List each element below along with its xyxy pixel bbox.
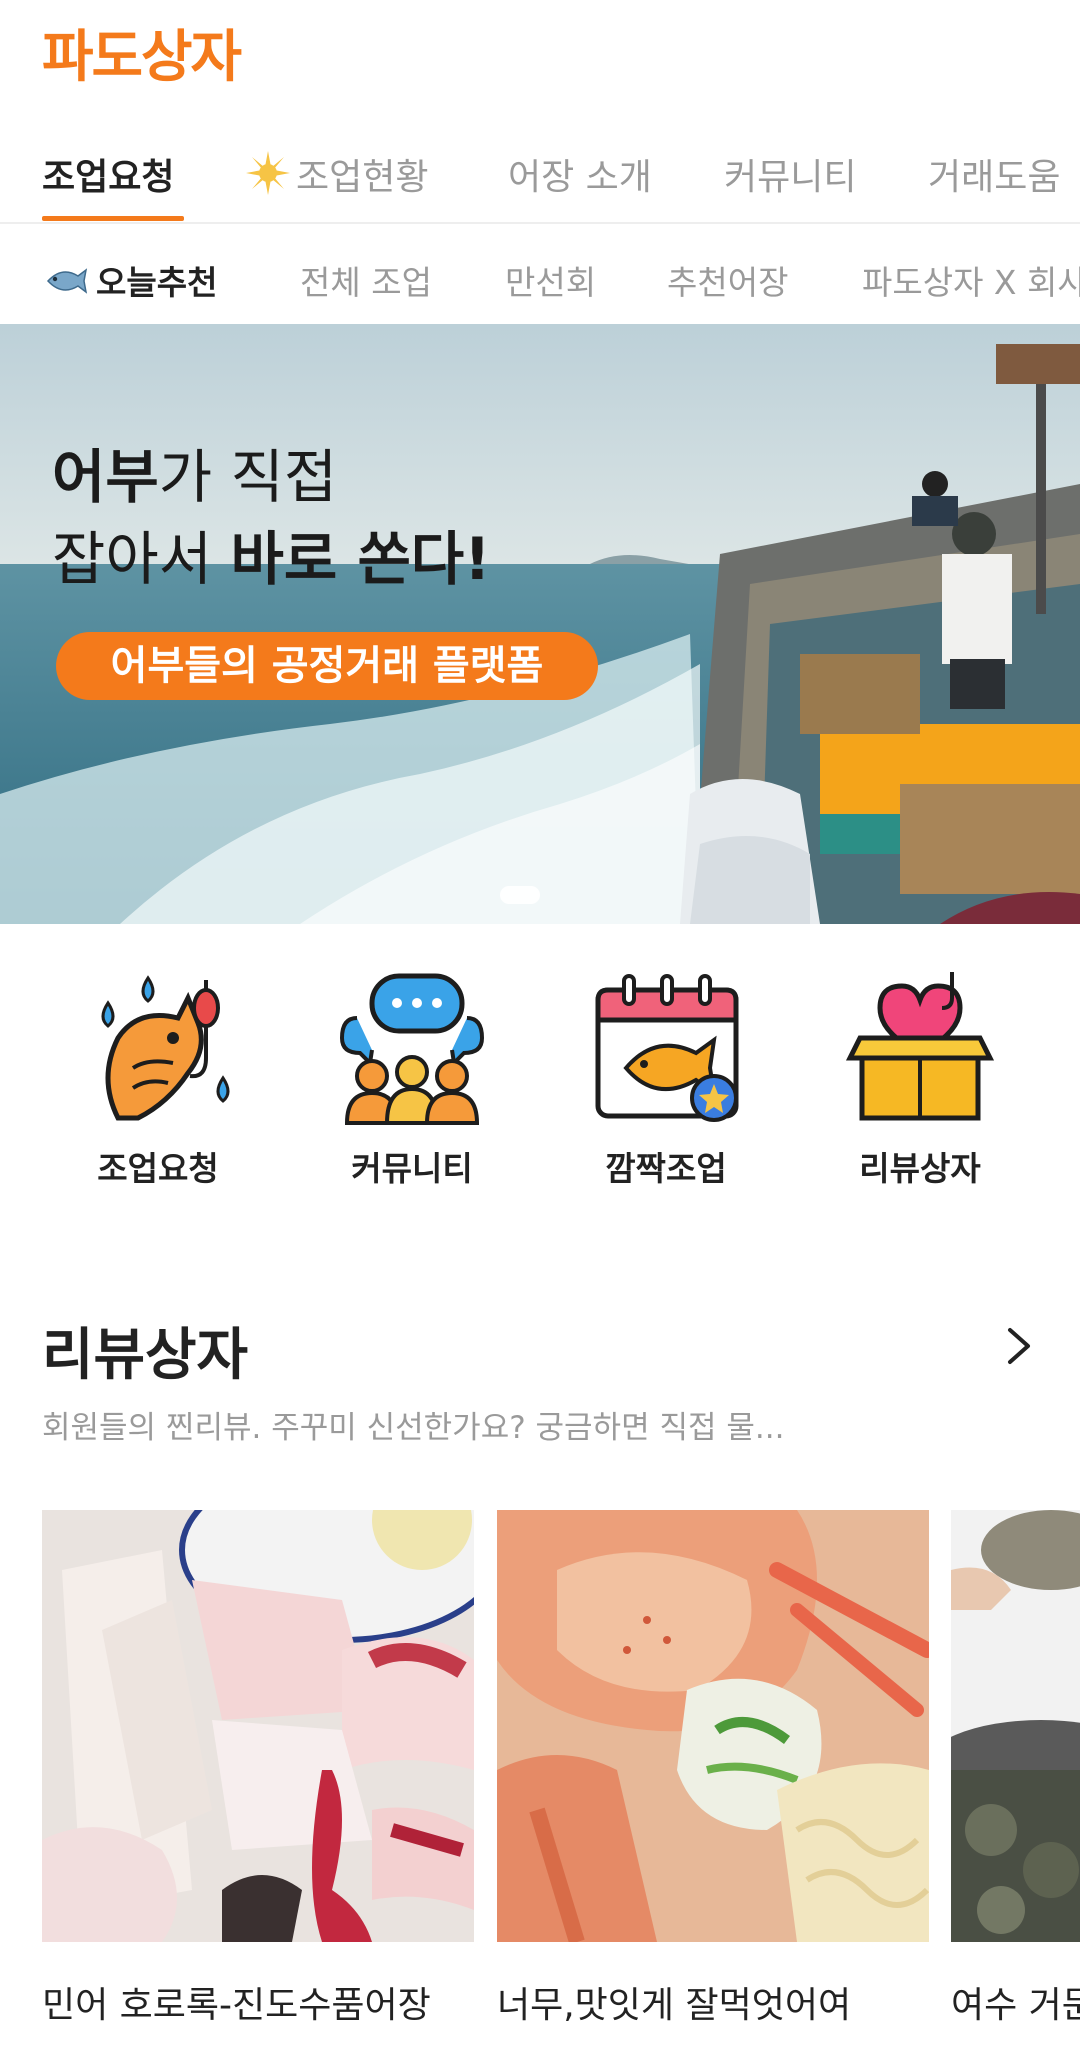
banner-image bbox=[0, 324, 1080, 924]
sub-tab-recommended-fishery[interactable]: 추천어장 bbox=[667, 256, 788, 304]
banner-headline-bold: 어부 bbox=[52, 443, 159, 511]
fish-icon bbox=[46, 268, 88, 294]
main-tab-fishery-intro[interactable]: 어장 소개 bbox=[508, 148, 652, 200]
sub-tab-label: 오늘추천 bbox=[96, 263, 218, 302]
sub-tab-bar: 오늘추천 전체 조업 만선회 추천어장 파도상자 X 회사 bbox=[0, 226, 1080, 322]
quick-menu-fishing-request[interactable]: 조업요청 bbox=[43, 968, 273, 1190]
carousel-indicator[interactable] bbox=[500, 886, 540, 904]
main-tab-fishing-request[interactable]: 조업요청 bbox=[42, 148, 174, 200]
main-tab-label: 어장 소개 bbox=[508, 157, 652, 198]
sub-tab-all-fishing[interactable]: 전체 조업 bbox=[300, 256, 432, 304]
main-tab-label: 조업현황 bbox=[296, 157, 429, 198]
sparkle-icon bbox=[246, 151, 290, 195]
main-tab-fishing-status[interactable]: 조업현황 bbox=[246, 148, 428, 200]
review-thumbnail bbox=[42, 1510, 474, 1942]
sub-tab-label: 파도상자 X 회사 bbox=[862, 263, 1080, 302]
sub-tab-partner[interactable]: 파도상자 X 회사 bbox=[862, 256, 1080, 304]
banner-headline-1: 어부가 직접 bbox=[52, 430, 337, 514]
banner-headline-bold: 바로 쏜다! bbox=[230, 525, 491, 593]
main-tab-bar: 조업요청 조업현황 어장 소개 커뮤니티 거래도움 bbox=[0, 128, 1080, 224]
quick-menu-label: 조업요청 bbox=[97, 1149, 219, 1188]
main-tab-label: 거래도움 bbox=[928, 157, 1061, 198]
app-logo[interactable]: 파도상자 bbox=[42, 12, 242, 93]
quick-menu-community[interactable]: 커뮤니티 bbox=[297, 968, 527, 1190]
main-tab-community[interactable]: 커뮤니티 bbox=[724, 148, 856, 200]
sub-tab-full-boat[interactable]: 만선회 bbox=[505, 256, 596, 304]
review-thumbnail bbox=[497, 1510, 929, 1942]
sub-tab-today-pick[interactable]: 오늘추천 bbox=[42, 256, 217, 304]
active-tab-indicator bbox=[42, 216, 184, 221]
banner-pill: 어부들의 공정거래 플랫폼 bbox=[56, 632, 598, 700]
review-card-title: 민어 호로록-진도수품어장 bbox=[42, 1985, 431, 2026]
quick-menu-surprise-fishing[interactable]: 깜짝조업 bbox=[551, 968, 781, 1190]
community-icon bbox=[339, 973, 485, 1125]
quick-menu-label: 깜짝조업 bbox=[605, 1149, 727, 1188]
review-card-list: 민어 호로록-진도수품어장 너무,맛잇게 잘먹엇어여 여수 거문 bbox=[0, 1510, 1080, 2045]
banner-headline-rest: 가 직접 bbox=[158, 443, 338, 511]
review-card-title: 너무,맛잇게 잘먹엇어여 bbox=[497, 1985, 852, 2026]
banner-headline-2: 잡아서 바로 쏜다! bbox=[52, 512, 491, 596]
review-card-title: 여수 거문 bbox=[951, 1985, 1080, 2026]
banner-headline-normal: 잡아서 bbox=[52, 525, 231, 593]
review-thumbnail bbox=[951, 1510, 1080, 1942]
review-section-header[interactable]: 리뷰상자 bbox=[42, 1310, 1038, 1391]
main-tab-trade-help[interactable]: 거래도움 bbox=[928, 148, 1060, 200]
main-tab-label: 커뮤니티 bbox=[724, 157, 857, 198]
section-description: 회원들의 찐리뷰. 주꾸미 신선한가요? 궁금하면 직접 물... bbox=[42, 1410, 785, 1446]
review-card[interactable]: 너무,맛잇게 잘먹엇어여 bbox=[497, 1510, 929, 2028]
section-title: 리뷰상자 bbox=[42, 1323, 249, 1388]
quick-menu-label: 커뮤니티 bbox=[351, 1149, 473, 1188]
review-card[interactable]: 민어 호로록-진도수품어장 bbox=[42, 1510, 474, 2028]
calendar-fish-icon bbox=[595, 974, 739, 1122]
quick-menu: 조업요청 커뮤니티 깜짝조업 리뷰상자 bbox=[0, 968, 1080, 1198]
main-tab-label: 조업요청 bbox=[42, 157, 175, 198]
hero-banner[interactable]: 어부가 직접 잡아서 바로 쏜다! 어부들의 공정거래 플랫폼 bbox=[0, 324, 1080, 924]
chevron-right-icon[interactable] bbox=[998, 1324, 1038, 1368]
quick-menu-review-box[interactable]: 리뷰상자 bbox=[805, 968, 1035, 1190]
sub-tab-label: 추천어장 bbox=[667, 263, 789, 302]
review-card[interactable]: 여수 거문 bbox=[951, 1510, 1080, 2028]
heart-box-icon bbox=[845, 972, 995, 1121]
fishing-icon bbox=[101, 975, 230, 1121]
quick-menu-label: 리뷰상자 bbox=[859, 1149, 981, 1188]
sub-tab-label: 전체 조업 bbox=[300, 263, 432, 302]
sub-tab-label: 만선회 bbox=[505, 263, 597, 302]
